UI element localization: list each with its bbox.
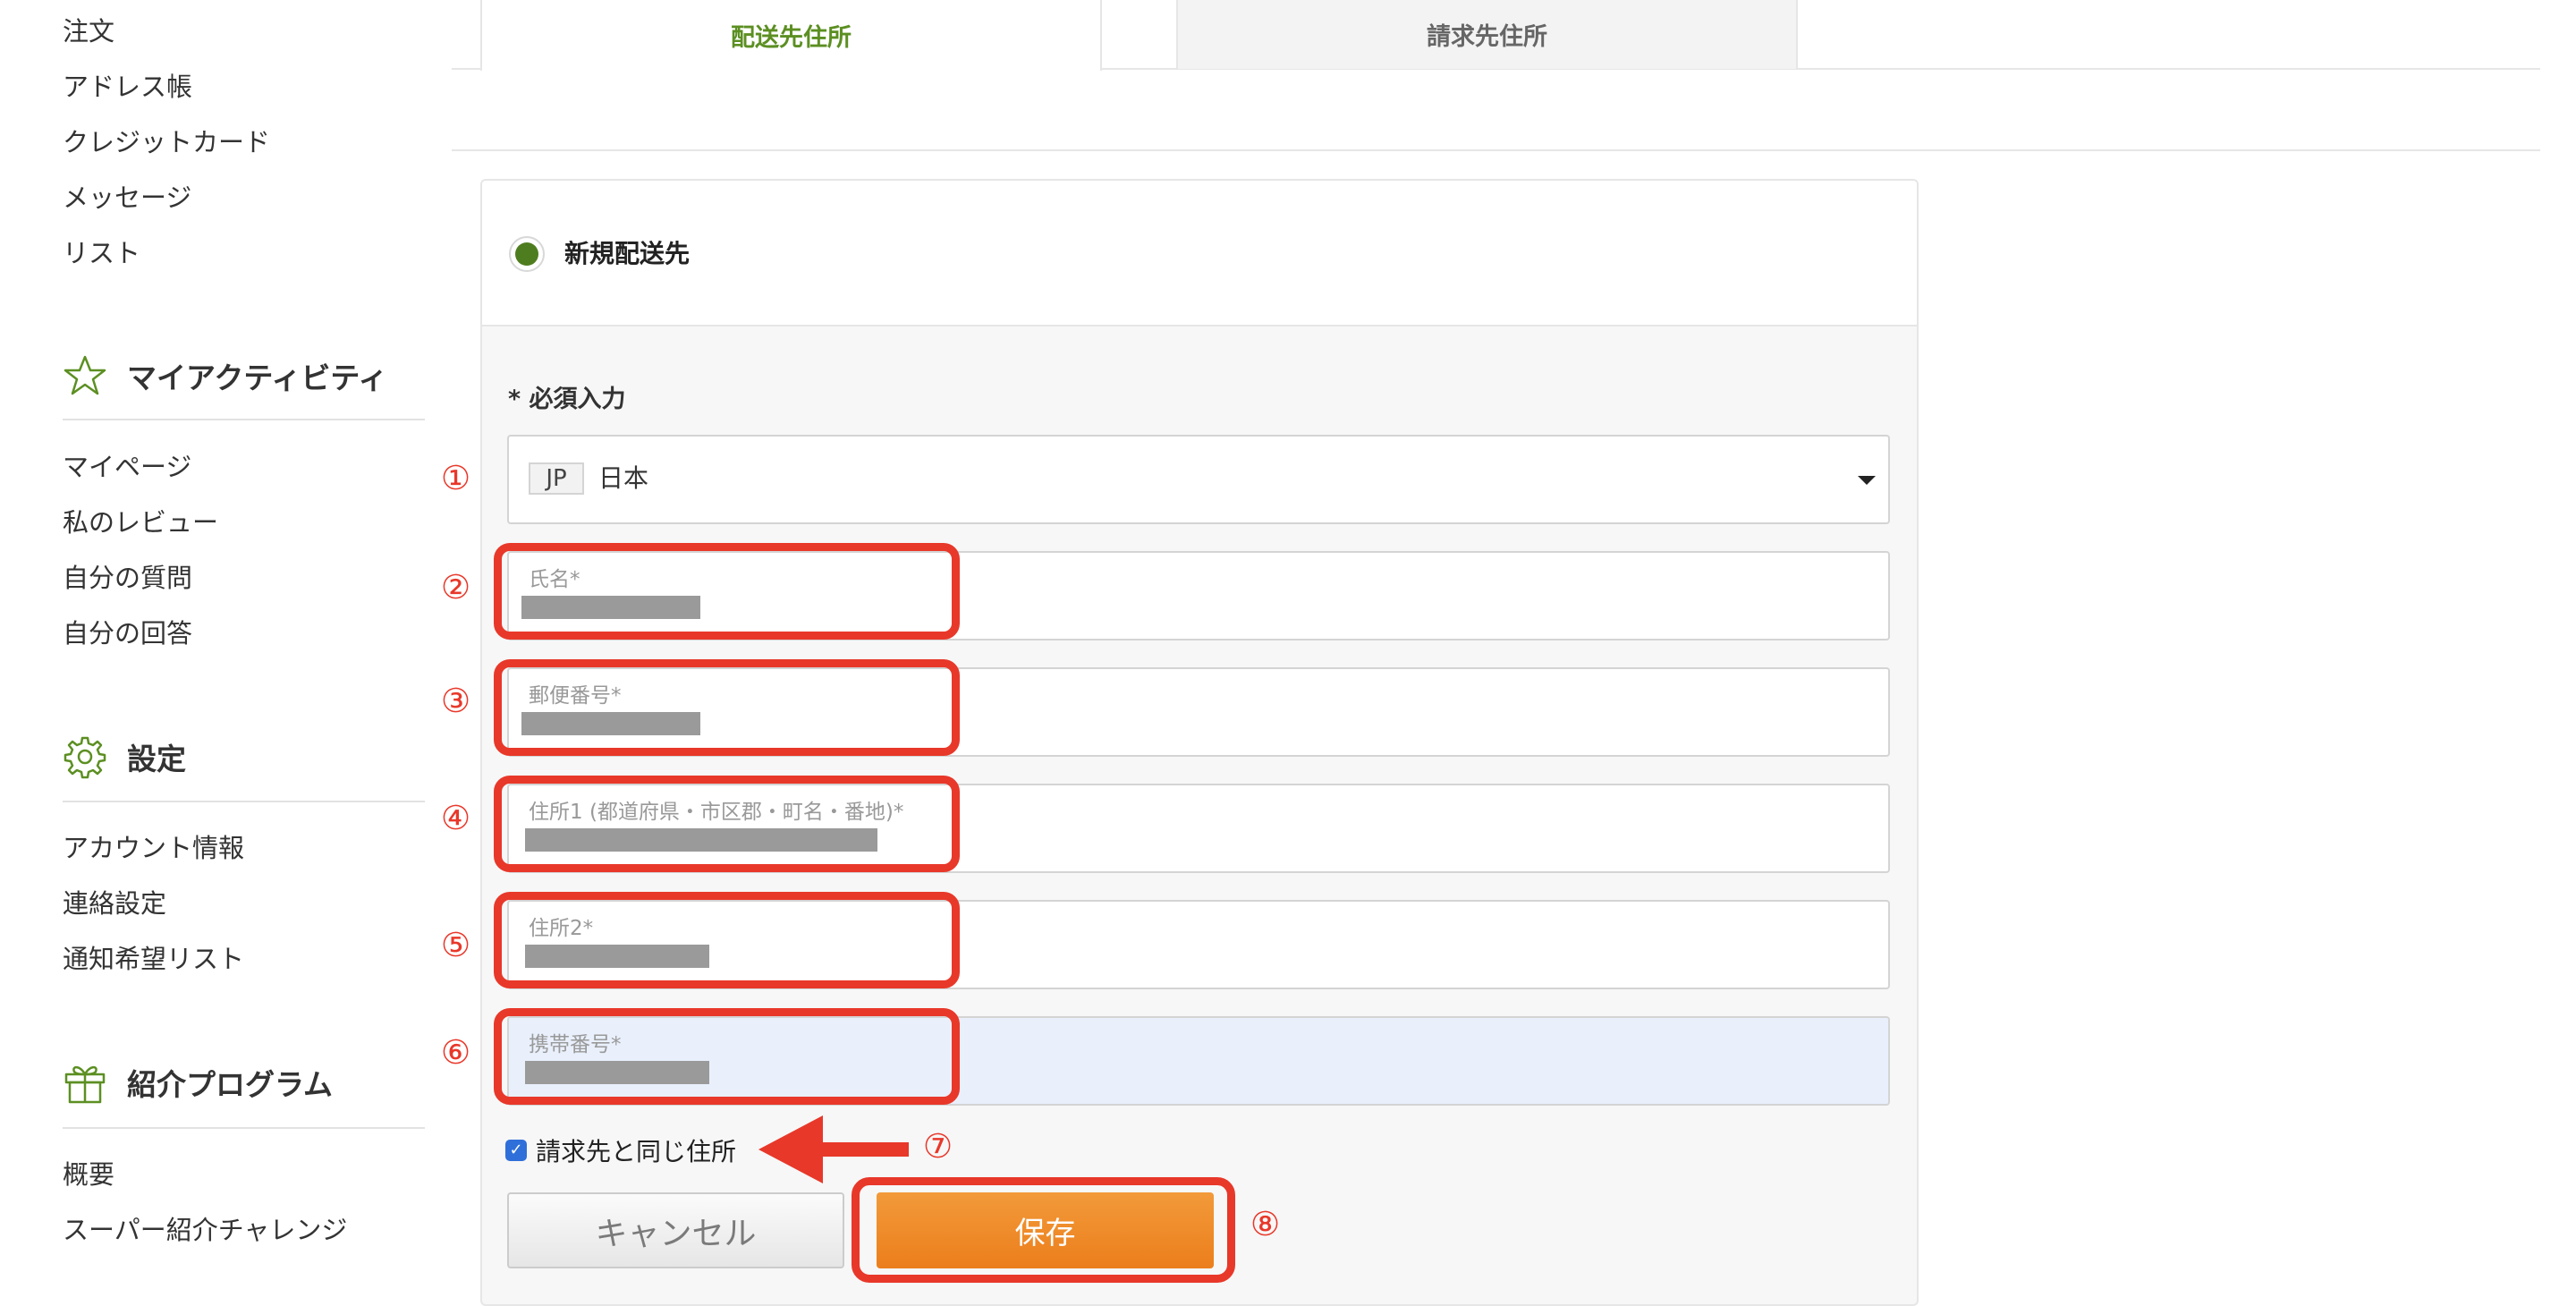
sidebar-section-settings: 設定 xyxy=(63,730,425,784)
highlight-box xyxy=(494,659,960,756)
divider xyxy=(63,419,425,420)
country-select[interactable]: JP 日本 xyxy=(507,435,1890,524)
sidebar-item-super-referral-challenge[interactable]: スーパー紹介チャレンジ xyxy=(63,1214,347,1246)
account-sidebar: 注文 アドレス帳 クレジットカード メッセージ リスト マイアクティビティ マイ… xyxy=(0,0,429,1277)
star-icon xyxy=(63,353,107,398)
divider xyxy=(63,801,425,802)
arrow-left-icon xyxy=(758,1115,909,1183)
sidebar-item-overview[interactable]: 概要 xyxy=(63,1158,114,1191)
sidebar-item-account-info[interactable]: アカウント情報 xyxy=(63,832,244,864)
gear-icon xyxy=(63,734,107,779)
new-address-label: 新規配送先 xyxy=(564,239,691,268)
radio-selected-dot xyxy=(515,242,538,266)
country-name: 日本 xyxy=(598,463,649,493)
tab-billing-address[interactable]: 請求先住所 xyxy=(1176,0,1798,69)
sidebar-item-address-book[interactable]: アドレス帳 xyxy=(63,71,192,103)
same-as-billing-checkbox[interactable]: ✓ xyxy=(505,1140,527,1161)
sidebar-item-contact-settings[interactable]: 連絡設定 xyxy=(63,887,166,920)
highlight-box xyxy=(494,543,960,640)
divider xyxy=(452,149,2540,151)
required-note: * 必須入力 xyxy=(508,386,626,413)
sidebar-section-title: マイアクティビティ xyxy=(127,360,388,395)
sidebar-item-lists[interactable]: リスト xyxy=(63,237,140,269)
new-address-radio[interactable] xyxy=(509,236,545,272)
sidebar-item-my-page[interactable]: マイページ xyxy=(63,451,191,483)
sidebar-item-my-reviews[interactable]: 私のレビュー xyxy=(63,506,218,539)
new-address-option: 新規配送先 xyxy=(482,181,1917,326)
sidebar-section-referral: 紹介プログラム xyxy=(63,1056,425,1109)
gift-icon xyxy=(63,1060,107,1105)
country-code-badge: JP xyxy=(529,462,584,495)
step-number: ⑧ xyxy=(1250,1205,1281,1243)
sidebar-section-title: 紹介プログラム xyxy=(127,1067,334,1102)
highlight-box xyxy=(494,776,960,872)
step-number: ④ xyxy=(441,799,471,837)
highlight-box xyxy=(494,892,960,988)
sidebar-section-my-activity: マイアクティビティ xyxy=(63,349,425,403)
divider xyxy=(63,1127,425,1129)
sidebar-item-my-questions[interactable]: 自分の質問 xyxy=(63,562,192,594)
sidebar-item-messages[interactable]: メッセージ xyxy=(63,182,191,214)
sidebar-item-credit-card[interactable]: クレジットカード xyxy=(63,126,270,158)
step-number: ⑤ xyxy=(441,926,471,964)
highlight-box xyxy=(494,1008,960,1105)
cancel-button[interactable]: キャンセル xyxy=(507,1192,844,1268)
sidebar-item-my-answers[interactable]: 自分の回答 xyxy=(63,617,192,649)
same-as-billing-row[interactable]: ✓ 請求先と同じ住所 xyxy=(505,1132,736,1168)
sidebar-item-notification-list[interactable]: 通知希望リスト xyxy=(63,943,244,975)
highlight-box xyxy=(852,1177,1235,1283)
sidebar-section-title: 設定 xyxy=(127,742,186,776)
caret-down-icon xyxy=(1858,476,1876,485)
tab-shipping-address[interactable]: 配送先住所 xyxy=(480,0,1102,71)
step-number: ③ xyxy=(441,682,471,720)
step-number: ⑥ xyxy=(441,1033,471,1072)
same-as-billing-label: 請求先と同じ住所 xyxy=(536,1137,737,1166)
step-number: ① xyxy=(441,459,471,497)
sidebar-item-orders[interactable]: 注文 xyxy=(63,15,114,47)
step-number: ② xyxy=(441,568,471,606)
step-number: ⑦ xyxy=(923,1127,953,1166)
